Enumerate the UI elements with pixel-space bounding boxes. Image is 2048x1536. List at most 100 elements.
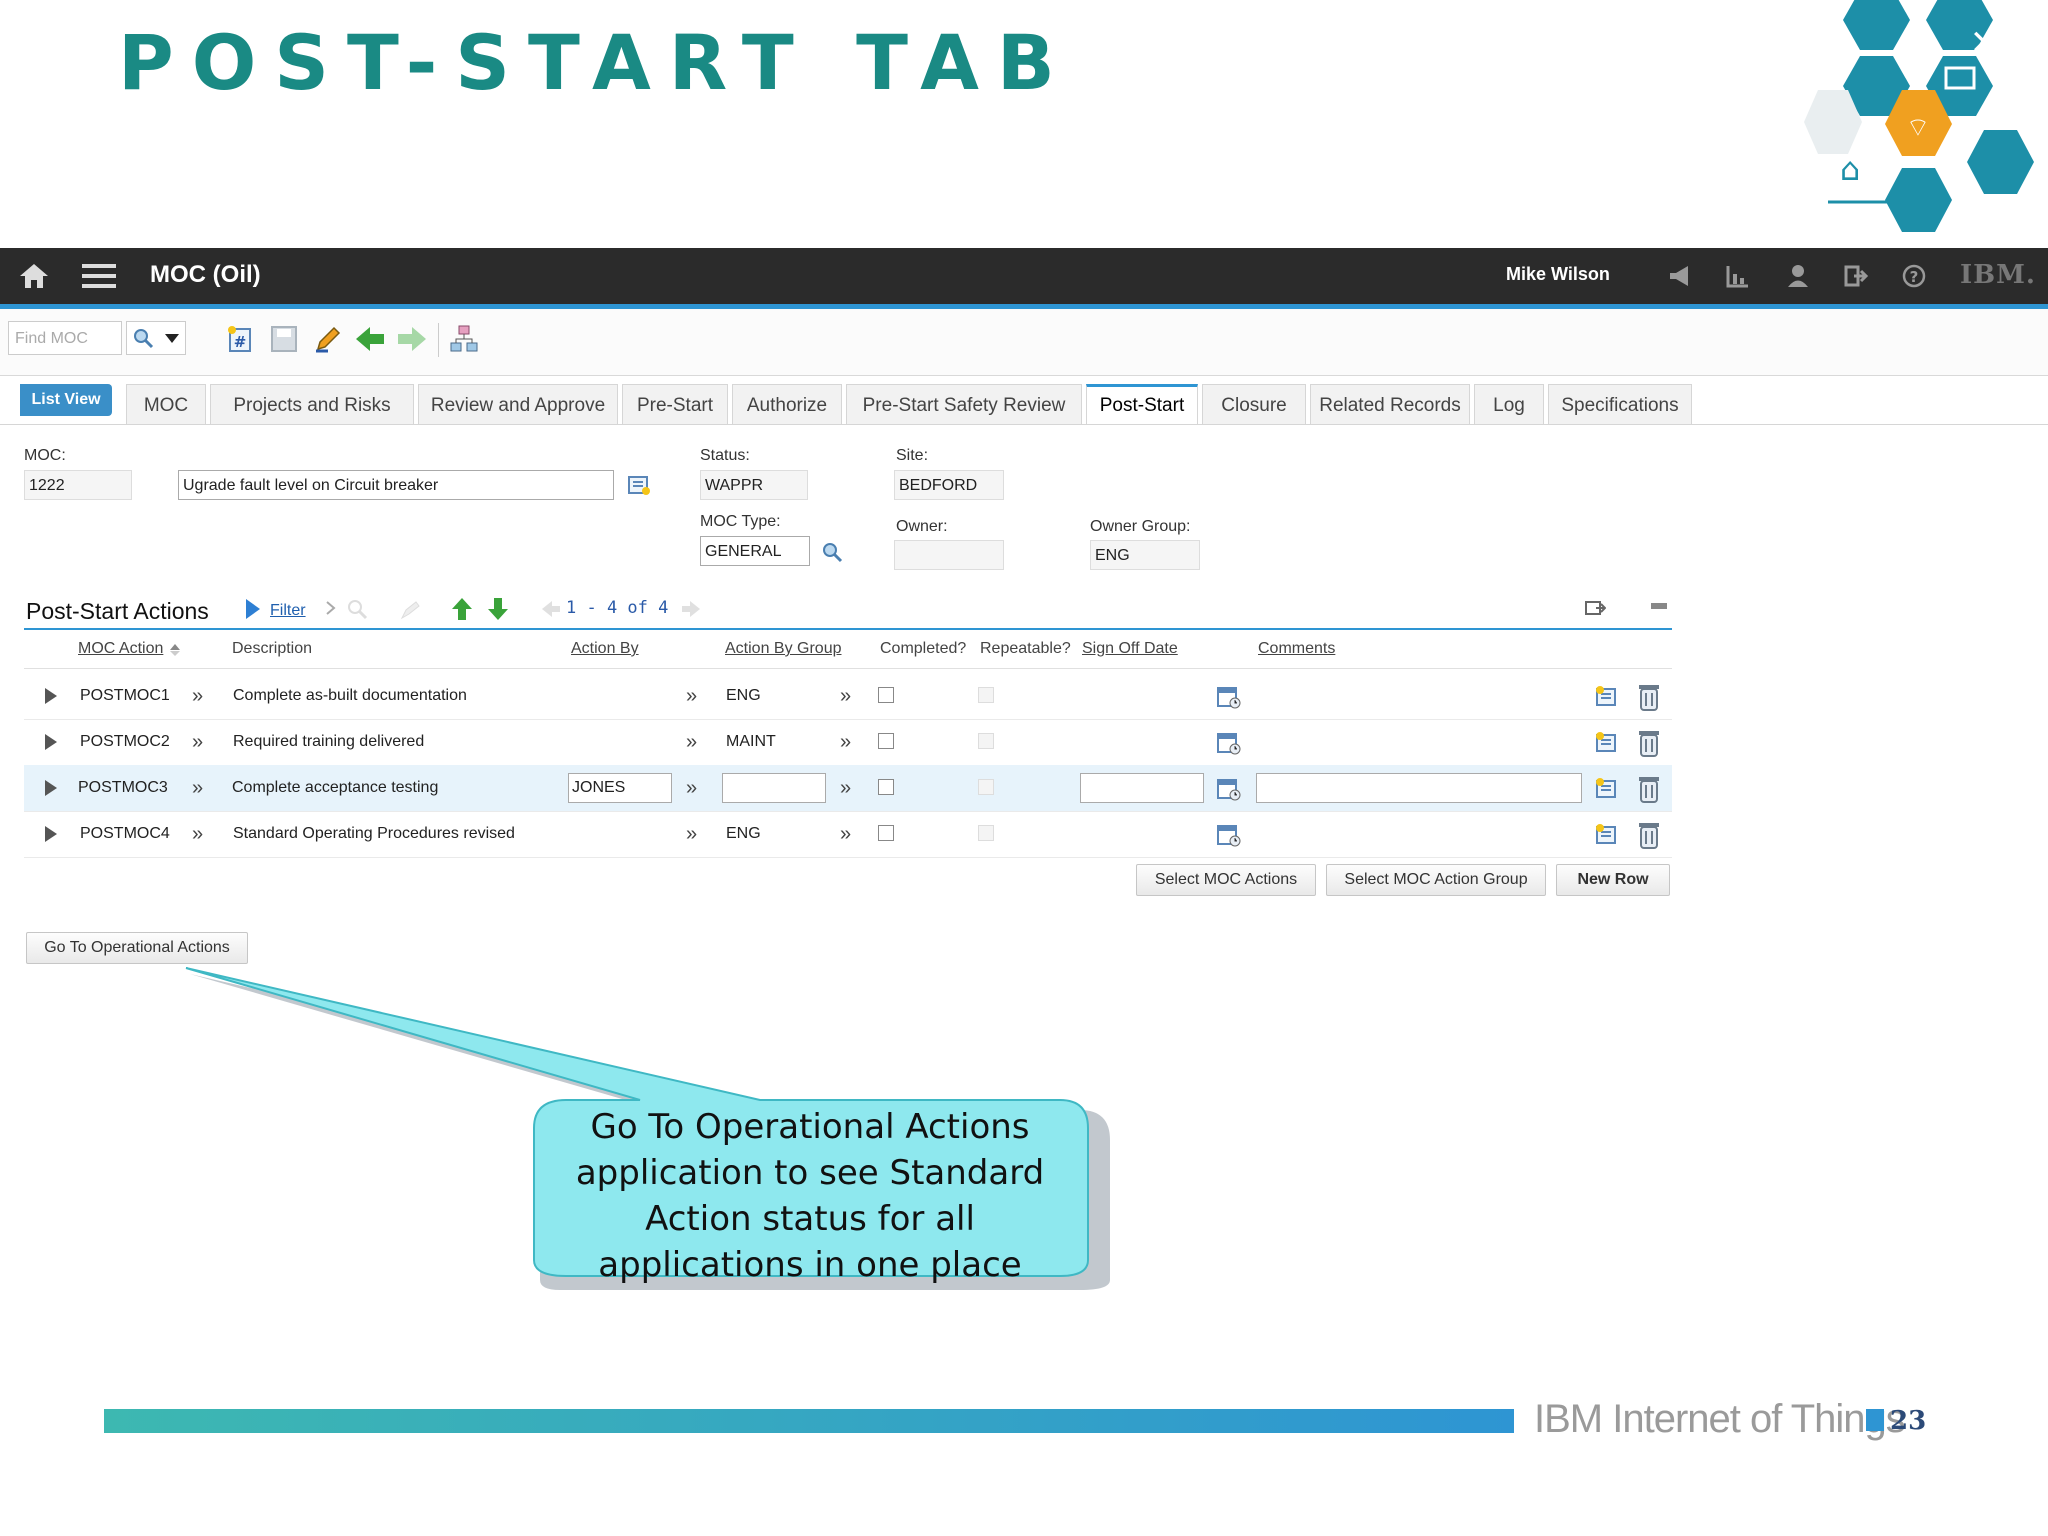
- column-header-moc-action[interactable]: MOC Action: [78, 640, 163, 658]
- clear-filter-icon[interactable]: [398, 598, 422, 620]
- table-row[interactable]: POSTMOC4 » Standard Operating Procedures…: [24, 811, 1672, 858]
- tab-review-and-approve[interactable]: Review and Approve: [418, 384, 618, 424]
- download-icon[interactable]: [1584, 598, 1606, 618]
- column-header-comments[interactable]: Comments: [1258, 640, 1335, 658]
- table-row[interactable]: POSTMOC1 » Complete as-built documentati…: [24, 673, 1672, 720]
- megaphone-icon[interactable]: [1666, 262, 1694, 290]
- sort-icon[interactable]: [170, 644, 180, 656]
- collapse-section-icon[interactable]: [1650, 600, 1668, 612]
- search-icon[interactable]: [820, 540, 844, 564]
- filter-toggle-icon[interactable]: [244, 598, 262, 620]
- completed-checkbox[interactable]: [878, 779, 894, 795]
- detail-menu-icon[interactable]: »: [686, 823, 697, 846]
- tab-closure[interactable]: Closure: [1202, 384, 1306, 424]
- repeatable-checkbox: [978, 825, 994, 841]
- delete-icon[interactable]: [1636, 682, 1662, 712]
- find-moc-input[interactable]: Find MOC: [8, 321, 122, 355]
- moc-label: MOC:: [24, 447, 66, 464]
- column-header-action-by[interactable]: Action By: [571, 640, 639, 658]
- delete-icon[interactable]: [1636, 774, 1662, 804]
- calendar-icon[interactable]: [1216, 776, 1242, 802]
- next-page-icon[interactable]: [680, 598, 702, 620]
- owner-field[interactable]: [894, 540, 1004, 570]
- search-menu[interactable]: [126, 321, 186, 355]
- detail-menu-icon[interactable]: »: [686, 685, 697, 708]
- detail-menu-icon[interactable]: »: [840, 731, 851, 754]
- tab-specifications[interactable]: Specifications: [1548, 384, 1692, 424]
- column-header-sign-off-date[interactable]: Sign Off Date: [1082, 640, 1178, 658]
- owner-group-field[interactable]: ENG: [1090, 540, 1200, 570]
- profile-icon[interactable]: [1784, 262, 1812, 290]
- tab-authorize[interactable]: Authorize: [732, 384, 842, 424]
- tab-log[interactable]: Log: [1474, 384, 1544, 424]
- delete-icon[interactable]: [1636, 820, 1662, 850]
- tab-pre-start[interactable]: Pre-Start: [622, 384, 728, 424]
- tab-list-view[interactable]: List View: [20, 384, 112, 416]
- detail-menu-icon[interactable]: »: [686, 731, 697, 754]
- tab-moc[interactable]: MOC: [126, 384, 206, 424]
- footer-brand: IBM Internet of Things: [1534, 1397, 1906, 1441]
- detail-menu-icon[interactable]: »: [686, 777, 697, 800]
- completed-checkbox[interactable]: [878, 733, 894, 749]
- action-by-input[interactable]: JONES: [568, 773, 672, 803]
- completed-checkbox[interactable]: [878, 687, 894, 703]
- moc-action-cell: POSTMOC3: [78, 779, 168, 796]
- menu-icon[interactable]: [82, 262, 116, 290]
- calendar-icon[interactable]: [1216, 822, 1242, 848]
- completed-checkbox[interactable]: [878, 825, 894, 841]
- action-group-input[interactable]: [722, 773, 826, 803]
- next-record-icon[interactable]: [396, 323, 428, 355]
- previous-record-icon[interactable]: [354, 323, 386, 355]
- delete-icon[interactable]: [1636, 728, 1662, 758]
- long-description-icon[interactable]: [626, 472, 652, 498]
- expand-row-icon[interactable]: [44, 687, 58, 705]
- moc-number-field[interactable]: 1222: [24, 470, 132, 500]
- tab-pre-start-safety-review[interactable]: Pre-Start Safety Review: [846, 384, 1082, 424]
- arrow-up-icon[interactable]: [450, 596, 474, 622]
- chevron-right-icon[interactable]: [324, 600, 338, 616]
- detail-menu-icon[interactable]: »: [192, 777, 203, 800]
- user-name[interactable]: Mike Wilson: [1506, 264, 1610, 285]
- detail-menu-icon[interactable]: »: [192, 731, 203, 754]
- column-header-action-by-group[interactable]: Action By Group: [725, 640, 842, 658]
- long-description-icon[interactable]: [1594, 730, 1620, 756]
- workflow-icon[interactable]: [448, 323, 480, 355]
- detail-menu-icon[interactable]: »: [840, 823, 851, 846]
- moc-description-field[interactable]: Ugrade fault level on Circuit breaker: [178, 470, 614, 500]
- tab-projects-and-risks[interactable]: Projects and Risks: [210, 384, 414, 424]
- calendar-icon[interactable]: [1216, 730, 1242, 756]
- detail-menu-icon[interactable]: »: [192, 823, 203, 846]
- help-icon[interactable]: ?: [1900, 262, 1928, 290]
- tab-related-records[interactable]: Related Records: [1310, 384, 1470, 424]
- expand-row-icon[interactable]: [44, 779, 58, 797]
- logout-icon[interactable]: [1842, 262, 1870, 290]
- previous-page-icon[interactable]: [540, 598, 562, 620]
- expand-row-icon[interactable]: [44, 733, 58, 751]
- tab-post-start[interactable]: Post-Start: [1086, 384, 1198, 424]
- new-row-button[interactable]: New Row: [1556, 864, 1670, 896]
- home-icon[interactable]: [18, 260, 50, 292]
- calendar-icon[interactable]: [1216, 684, 1242, 710]
- detail-menu-icon[interactable]: »: [192, 685, 203, 708]
- chart-icon[interactable]: [1724, 262, 1752, 290]
- table-row[interactable]: POSTMOC2 » Required training delivered »…: [24, 719, 1672, 766]
- moc-type-field[interactable]: GENERAL: [700, 536, 810, 566]
- detail-menu-icon[interactable]: »: [840, 685, 851, 708]
- detail-menu-icon[interactable]: »: [840, 777, 851, 800]
- expand-row-icon[interactable]: [44, 825, 58, 843]
- save-icon[interactable]: [268, 323, 300, 355]
- search-icon[interactable]: [346, 598, 368, 620]
- long-description-icon[interactable]: [1594, 822, 1620, 848]
- edit-icon[interactable]: [312, 323, 344, 355]
- long-description-icon[interactable]: [1594, 776, 1620, 802]
- arrow-down-icon[interactable]: [486, 596, 510, 622]
- filter-link[interactable]: Filter: [270, 602, 306, 620]
- select-moc-actions-button[interactable]: Select MOC Actions: [1136, 864, 1316, 896]
- comments-input[interactable]: [1256, 773, 1582, 803]
- select-moc-action-group-button[interactable]: Select MOC Action Group: [1326, 864, 1546, 896]
- table-row-selected[interactable]: POSTMOC3 » Complete acceptance testing J…: [24, 765, 1672, 812]
- new-record-icon[interactable]: #: [224, 323, 256, 355]
- sign-off-date-input[interactable]: [1080, 773, 1204, 803]
- owner-group-label: Owner Group:: [1090, 518, 1191, 535]
- long-description-icon[interactable]: [1594, 684, 1620, 710]
